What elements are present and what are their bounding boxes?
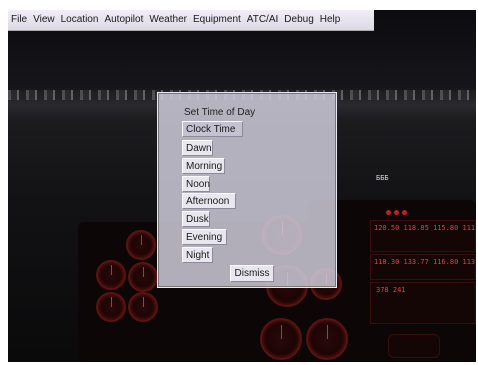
gauge-icon (306, 318, 348, 360)
indicator-light (386, 210, 391, 215)
radio-frequencies-1: 120.50 118.85 115.80 111.70 (374, 224, 476, 232)
option-night-button[interactable]: Night (182, 247, 213, 263)
menu-item-autopilot[interactable]: Autopilot (101, 10, 146, 30)
option-noon-button[interactable]: Noon (182, 176, 210, 192)
menu-item-atc-ai[interactable]: ATC/AI (244, 10, 281, 30)
menu-bar: File View Location Autopilot Weather Equipmen… (8, 10, 374, 31)
menu-item-file[interactable]: File (8, 10, 30, 30)
indicator-light (402, 210, 407, 215)
menu-item-debug[interactable]: Debug (281, 10, 316, 30)
gauge-icon (128, 262, 158, 292)
menu-item-view[interactable]: View (30, 10, 58, 30)
option-clock-time-button[interactable]: Clock Time (182, 121, 243, 137)
gauge-icon (126, 230, 156, 260)
radio-frequencies-2: 118.30 133.77 116.80 113.90 (374, 258, 476, 266)
option-morning-button[interactable]: Morning (182, 158, 225, 174)
menu-item-weather[interactable]: Weather (146, 10, 190, 30)
indicator-light (394, 210, 399, 215)
option-dawn-button[interactable]: Dawn (182, 140, 213, 156)
menu-item-equipment[interactable]: Equipment (190, 10, 244, 30)
autopilot-unit (388, 334, 440, 358)
option-evening-button[interactable]: Evening (182, 229, 227, 245)
gauge-icon (96, 292, 126, 322)
dismiss-button[interactable]: Dismiss (230, 265, 274, 282)
option-dusk-button[interactable]: Dusk (182, 211, 210, 227)
gauge-icon (260, 318, 302, 360)
menu-item-help[interactable]: Help (317, 10, 344, 30)
option-afternoon-button[interactable]: Afternoon (182, 193, 236, 209)
gauge-icon (128, 292, 158, 322)
gauge-icon (96, 260, 126, 290)
transponder-readout: 378 241 (376, 286, 406, 294)
time-of-day-dialog: Set Time of Day Clock Time Dawn Morning Noo… (157, 92, 337, 288)
dialog-title: Set Time of Day (184, 107, 256, 118)
panel-label: БББ (376, 174, 389, 182)
menu-item-location[interactable]: Location (58, 10, 102, 30)
